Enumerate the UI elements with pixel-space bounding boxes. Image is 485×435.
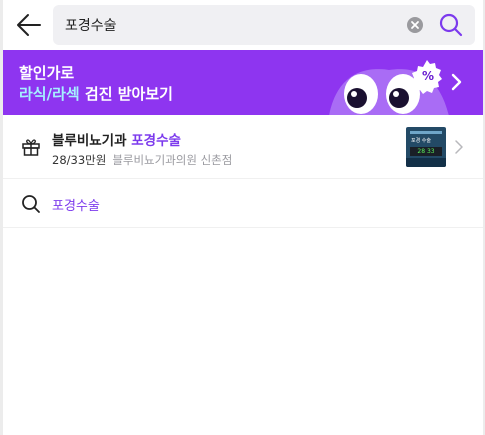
search-bar [53,5,475,45]
clear-icon[interactable] [407,17,423,33]
chevron-right-icon [447,70,465,94]
suggestion-keyword: 포경수술 [52,199,100,214]
banner-title: 할인가로 [19,64,75,82]
mascot-eyes-illustration: % [329,56,449,115]
promo-banner[interactable]: 할인가로 라식/라섹 검진 받아보기 % [3,50,483,115]
banner-highlight: 라식/라섹 [19,85,80,103]
search-icon[interactable] [439,13,463,37]
search-header [3,0,483,50]
keyword-suggestion-row[interactable]: 포경수술 [3,180,483,228]
search-icon [21,194,41,214]
banner-subtitle-rest: 검진 받아보기 [79,85,173,103]
product-title: 블루비뇨기과 포경수술 [52,129,181,149]
chevron-right-icon [454,139,464,155]
thumbnail-price-display: 28 33 [410,147,442,156]
product-price: 28/33만원 [52,153,107,167]
banner-subtitle: 라식/라섹 검진 받아보기 [19,83,173,104]
thumbnail-label: 포경 수술 [411,138,431,144]
product-thumbnail: 포경 수술 28 33 [406,127,446,167]
product-result-row[interactable]: 블루비뇨기과 포경수술 28/33만원 블루비뇨기과의원 신촌점 포경 수술 28… [3,115,483,179]
product-title-highlight: 포경수술 [131,133,181,149]
back-arrow-icon[interactable] [15,12,43,38]
search-input[interactable] [65,5,395,45]
thumbnail-footer [406,158,446,167]
discount-badge: % [422,69,434,83]
clinic-name: 블루비뇨기과의원 신촌점 [112,153,233,167]
thumbnail-header-bar [410,131,442,134]
product-title-prefix: 블루비뇨기과 [52,133,132,149]
product-meta: 28/33만원 블루비뇨기과의원 신촌점 [52,152,232,168]
gift-icon [21,137,41,157]
